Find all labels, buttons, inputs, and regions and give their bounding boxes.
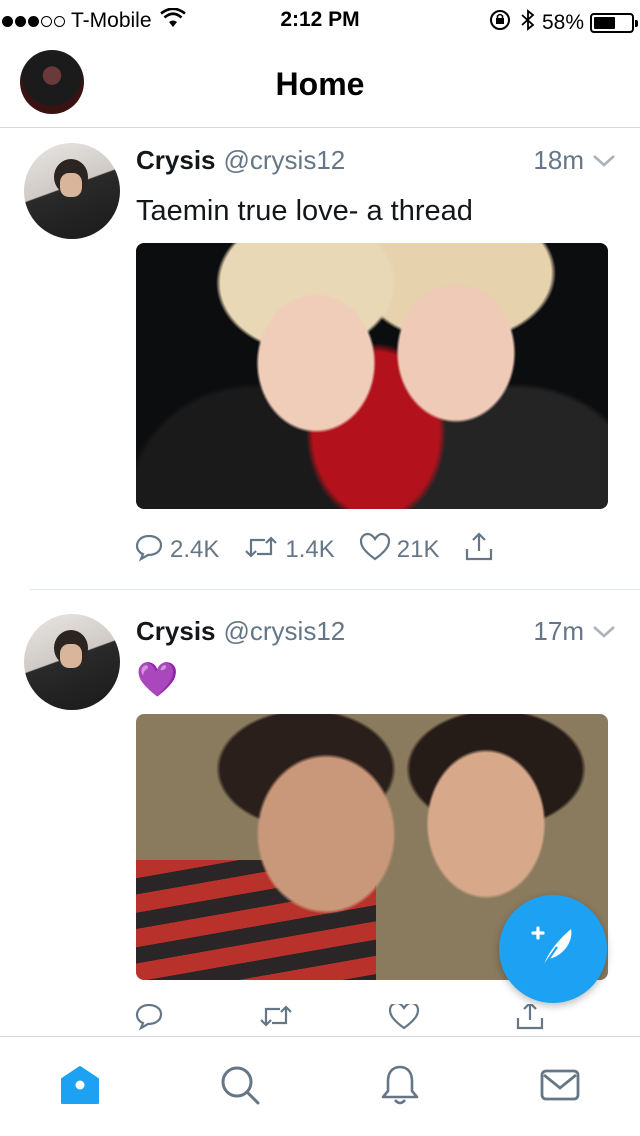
user-handle[interactable]: @crysis12 [224,145,346,176]
tweet-actions [134,1004,570,1034]
reply-button[interactable] [134,1004,170,1034]
notifications-icon [378,1063,422,1112]
status-bar: T-Mobile 2:12 PM 58% [0,0,640,40]
home-icon [58,1063,102,1112]
retweet-button[interactable]: 1.4K [243,532,335,569]
retweet-count: 1.4K [285,536,335,563]
heart-icon [388,1004,420,1034]
rotation-lock-icon [488,8,512,38]
tab-messages[interactable] [538,1065,582,1109]
tweet[interactable]: Crysis @crysis12 18m Taemin true love- a… [0,143,640,589]
page-title: Home [275,66,365,102]
tab-search[interactable] [218,1065,262,1109]
timestamp: 18m [533,145,584,175]
share-icon [463,531,495,570]
heart-icon [359,532,391,569]
battery-icon [590,13,638,33]
like-button[interactable]: 21K [359,532,440,569]
messages-icon [538,1063,582,1112]
retweet-icon [258,1004,294,1034]
status-right: 58% [488,8,638,38]
display-name[interactable]: Crysis [136,616,216,647]
tab-home[interactable] [58,1065,102,1109]
tweet-time: 17m [533,616,616,647]
retweet-button[interactable] [258,1004,300,1034]
chevron-down-icon[interactable] [592,616,616,647]
tab-notifications[interactable] [378,1065,422,1109]
tweet-actions: 2.4K 1.4K 21K [134,531,519,570]
reply-icon [134,532,164,569]
reply-count: 2.4K [170,536,220,563]
display-name[interactable]: Crysis [136,145,216,176]
search-icon [218,1063,262,1112]
tweet-time: 18m [533,145,616,176]
reply-button[interactable]: 2.4K [134,532,219,569]
user-avatar[interactable] [24,143,120,239]
share-button[interactable] [463,531,495,570]
share-button[interactable] [514,1004,546,1034]
like-count: 21K [396,536,440,563]
tweet-header: Crysis @crysis12 18m [136,145,616,181]
tweet-text: 💜 [136,661,179,699]
retweet-icon [243,532,279,569]
battery-level [594,17,615,29]
timestamp: 17m [533,616,584,646]
user-handle[interactable]: @crysis12 [224,616,346,647]
battery-percentage: 58% [541,11,584,34]
share-icon [514,1004,546,1034]
bluetooth-icon [520,8,536,38]
tweet-divider [30,589,640,590]
tab-bar [0,1036,640,1136]
user-avatar[interactable] [24,614,120,710]
compose-tweet-button[interactable] [499,895,607,1003]
chevron-down-icon[interactable] [592,145,616,176]
like-button[interactable] [388,1004,426,1034]
compose-tweet-icon [527,921,579,978]
top-navigation: Home [0,40,640,128]
tweet-photo[interactable] [136,243,608,509]
tweet-text: Taemin true love- a thread [136,195,473,227]
reply-icon [134,1004,164,1034]
tweet-header: Crysis @crysis12 17m [136,616,616,652]
